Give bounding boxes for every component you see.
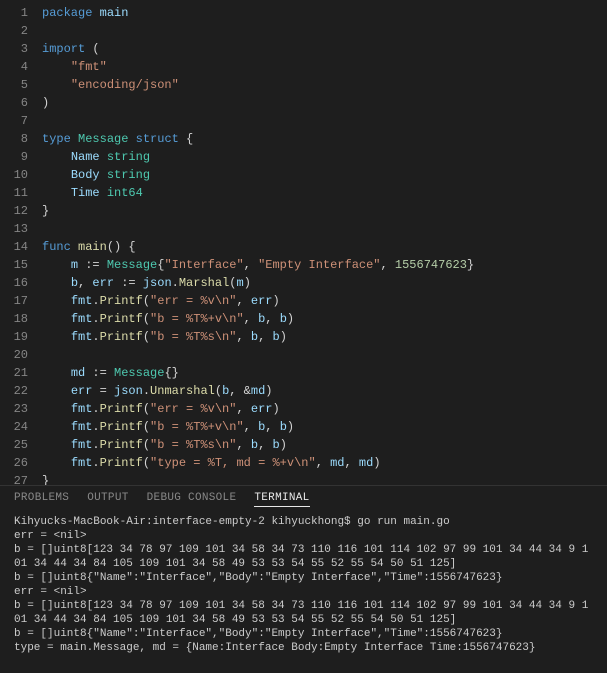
tab-problems[interactable]: PROBLEMS bbox=[14, 492, 69, 507]
code-line[interactable]: } bbox=[42, 202, 607, 220]
code-line[interactable]: fmt.Printf("b = %T%+v\n", b, b) bbox=[42, 310, 607, 328]
line-number: 27 bbox=[0, 472, 28, 485]
line-number: 7 bbox=[0, 112, 28, 130]
terminal-line: b = []uint8{"Name":"Interface","Body":"E… bbox=[14, 627, 593, 641]
code-line[interactable]: err = json.Unmarshal(b, &md) bbox=[42, 382, 607, 400]
code-line[interactable]: b, err := json.Marshal(m) bbox=[42, 274, 607, 292]
terminal-line: type = main.Message, md = {Name:Interfac… bbox=[14, 641, 593, 655]
code-line[interactable]: fmt.Printf("type = %T, md = %+v\n", md, … bbox=[42, 454, 607, 472]
code-line[interactable]: fmt.Printf("err = %v\n", err) bbox=[42, 400, 607, 418]
line-number: 24 bbox=[0, 418, 28, 436]
code-area[interactable]: package main import ( "fmt" "encoding/js… bbox=[42, 4, 607, 485]
line-number: 22 bbox=[0, 382, 28, 400]
bottom-panel: PROBLEMS OUTPUT DEBUG CONSOLE TERMINAL K… bbox=[0, 485, 607, 673]
code-line[interactable]: Time int64 bbox=[42, 184, 607, 202]
line-number: 6 bbox=[0, 94, 28, 112]
code-line[interactable]: fmt.Printf("b = %T%+v\n", b, b) bbox=[42, 418, 607, 436]
code-line[interactable] bbox=[42, 220, 607, 238]
terminal-command: go run main.go bbox=[357, 516, 449, 528]
code-line[interactable]: ) bbox=[42, 94, 607, 112]
terminal-line: err = <nil> bbox=[14, 585, 593, 599]
line-number: 9 bbox=[0, 148, 28, 166]
line-number: 11 bbox=[0, 184, 28, 202]
terminal-line: err = <nil> bbox=[14, 529, 593, 543]
line-number: 18 bbox=[0, 310, 28, 328]
line-number: 5 bbox=[0, 76, 28, 94]
terminal-line: b = []uint8{"Name":"Interface","Body":"E… bbox=[14, 571, 593, 585]
terminal-line: b = []uint8[123 34 78 97 109 101 34 58 3… bbox=[14, 599, 593, 627]
line-number-gutter: 1234567891011121314151617181920212223242… bbox=[0, 4, 42, 485]
tab-terminal[interactable]: TERMINAL bbox=[254, 492, 309, 507]
code-line[interactable]: type Message struct { bbox=[42, 130, 607, 148]
code-line[interactable]: func main() { bbox=[42, 238, 607, 256]
line-number: 25 bbox=[0, 436, 28, 454]
line-number: 3 bbox=[0, 40, 28, 58]
terminal-line: b = []uint8[123 34 78 97 109 101 34 58 3… bbox=[14, 543, 593, 571]
code-line[interactable]: fmt.Printf("b = %T%s\n", b, b) bbox=[42, 436, 607, 454]
line-number: 12 bbox=[0, 202, 28, 220]
line-number: 14 bbox=[0, 238, 28, 256]
terminal-output[interactable]: Kihyucks-MacBook-Air:interface-empty-2 k… bbox=[0, 513, 607, 673]
line-number: 2 bbox=[0, 22, 28, 40]
line-number: 26 bbox=[0, 454, 28, 472]
line-number: 19 bbox=[0, 328, 28, 346]
code-line[interactable]: m := Message{"Interface", "Empty Interfa… bbox=[42, 256, 607, 274]
code-line[interactable]: } bbox=[42, 472, 607, 485]
line-number: 8 bbox=[0, 130, 28, 148]
code-line[interactable]: "encoding/json" bbox=[42, 76, 607, 94]
line-number: 15 bbox=[0, 256, 28, 274]
line-number: 23 bbox=[0, 400, 28, 418]
code-line[interactable] bbox=[42, 22, 607, 40]
code-line[interactable]: fmt.Printf("b = %T%s\n", b, b) bbox=[42, 328, 607, 346]
code-line[interactable] bbox=[42, 112, 607, 130]
line-number: 4 bbox=[0, 58, 28, 76]
code-line[interactable] bbox=[42, 346, 607, 364]
line-number: 1 bbox=[0, 4, 28, 22]
code-line[interactable]: "fmt" bbox=[42, 58, 607, 76]
line-number: 17 bbox=[0, 292, 28, 310]
line-number: 10 bbox=[0, 166, 28, 184]
line-number: 13 bbox=[0, 220, 28, 238]
tab-output[interactable]: OUTPUT bbox=[87, 492, 128, 507]
line-number: 21 bbox=[0, 364, 28, 382]
code-line[interactable]: md := Message{} bbox=[42, 364, 607, 382]
terminal-prompt: Kihyucks-MacBook-Air:interface-empty-2 k… bbox=[14, 516, 357, 528]
code-editor[interactable]: 1234567891011121314151617181920212223242… bbox=[0, 0, 607, 485]
code-line[interactable]: Body string bbox=[42, 166, 607, 184]
line-number: 20 bbox=[0, 346, 28, 364]
code-line[interactable]: import ( bbox=[42, 40, 607, 58]
line-number: 16 bbox=[0, 274, 28, 292]
code-line[interactable]: package main bbox=[42, 4, 607, 22]
code-line[interactable]: Name string bbox=[42, 148, 607, 166]
code-line[interactable]: fmt.Printf("err = %v\n", err) bbox=[42, 292, 607, 310]
panel-tabs: PROBLEMS OUTPUT DEBUG CONSOLE TERMINAL bbox=[0, 486, 607, 513]
tab-debug-console[interactable]: DEBUG CONSOLE bbox=[147, 492, 237, 507]
